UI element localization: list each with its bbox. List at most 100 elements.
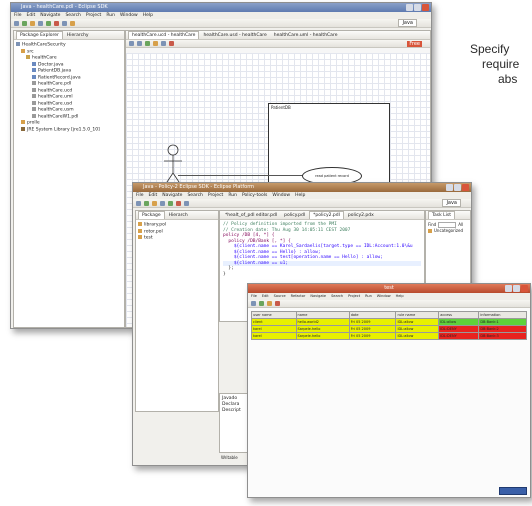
- menu-project[interactable]: Project: [208, 193, 223, 198]
- minimize-icon[interactable]: [406, 4, 413, 11]
- menu-run[interactable]: Run: [228, 193, 237, 198]
- maximize-icon[interactable]: [513, 285, 520, 292]
- menu-policy-tools[interactable]: Policy-tools: [242, 193, 267, 198]
- new-icon[interactable]: [136, 200, 141, 206]
- table-row[interactable]: client hello.world2 Fri 05 2009 IDL:allo…: [251, 318, 527, 326]
- tab-task-list[interactable]: Task List: [428, 211, 456, 219]
- file-icon: [32, 81, 36, 85]
- search-icon[interactable]: [184, 200, 189, 206]
- tree-item[interactable]: JRE System Library [jre1.5.0_10]: [16, 126, 122, 134]
- menu-navigate[interactable]: Navigate: [162, 193, 182, 198]
- menu-window[interactable]: Window: [377, 294, 391, 298]
- menu-search[interactable]: Search: [187, 193, 202, 198]
- debug-icon[interactable]: [168, 200, 173, 206]
- menu-edit[interactable]: Edit: [27, 13, 36, 18]
- tab-description[interactable]: Descript: [222, 408, 248, 414]
- tab-policy-pdl[interactable]: policy.pdl: [281, 212, 308, 219]
- menu-file[interactable]: File: [251, 294, 257, 298]
- tree-item[interactable]: test: [138, 235, 216, 242]
- column-header[interactable]: rule name: [395, 311, 440, 319]
- close-icon[interactable]: [521, 285, 528, 292]
- run-icon[interactable]: [259, 301, 264, 306]
- tab-uml[interactable]: healthCare.uml - healthCare: [271, 32, 341, 39]
- tab-hierarchy[interactable]: Hierarchy: [64, 32, 92, 39]
- menu-edit[interactable]: Edit: [149, 193, 158, 198]
- menu-navigate[interactable]: Navigate: [310, 294, 326, 298]
- menu-project[interactable]: Project: [348, 294, 360, 298]
- open-icon[interactable]: [30, 20, 35, 26]
- column-header[interactable]: information: [478, 311, 527, 319]
- table-cell: Sarpele.hello: [295, 325, 350, 333]
- run-icon[interactable]: [144, 200, 149, 206]
- search-icon[interactable]: [62, 20, 67, 26]
- select-icon[interactable]: [129, 41, 134, 46]
- tab-package-explorer[interactable]: Package Explorer: [16, 31, 63, 39]
- minimize-icon[interactable]: [446, 184, 453, 191]
- save-icon[interactable]: [160, 200, 165, 206]
- find-all-link[interactable]: All: [458, 222, 463, 227]
- minimize-icon[interactable]: [505, 285, 512, 292]
- note-tool-icon[interactable]: [169, 41, 174, 46]
- open-icon[interactable]: [152, 200, 157, 206]
- menu-navigate[interactable]: Navigate: [40, 13, 60, 18]
- close-icon[interactable]: [462, 184, 469, 191]
- close-icon[interactable]: [422, 4, 429, 11]
- perspective-java[interactable]: Java: [398, 19, 417, 27]
- association-tool-icon[interactable]: [161, 41, 166, 46]
- window1-menubar: File Edit Navigate Search Project Run Window He…: [11, 12, 431, 19]
- table-row[interactable]: karel Sarpele.hello Fri 05 2009 IDL:allo…: [251, 325, 527, 333]
- tab-policy2-pdx[interactable]: policy2.pdx: [345, 212, 377, 219]
- menu-window[interactable]: Window: [272, 193, 290, 198]
- column-header[interactable]: date: [348, 311, 397, 319]
- tab-package[interactable]: Package: [138, 211, 165, 219]
- tab-ucd[interactable]: healthCare.ucd - healthCare: [128, 31, 200, 39]
- stop-icon[interactable]: [275, 301, 280, 306]
- usecase-tool-icon[interactable]: [153, 41, 158, 46]
- menu-file[interactable]: File: [14, 13, 22, 18]
- code-area[interactable]: // Policy definition imported from the P…: [220, 220, 424, 279]
- stop-icon[interactable]: [176, 200, 181, 206]
- menu-run[interactable]: Run: [365, 294, 372, 298]
- window3-titlebar[interactable]: test: [248, 284, 530, 293]
- menu-project[interactable]: Project: [86, 13, 101, 18]
- tab-policy2-pdl[interactable]: *policy2.pdl: [309, 211, 344, 219]
- new-icon[interactable]: [14, 20, 19, 26]
- perspective-java[interactable]: Java: [442, 199, 461, 207]
- menu-file[interactable]: File: [136, 193, 144, 198]
- column-header[interactable]: name: [295, 311, 350, 319]
- menu-help[interactable]: Help: [143, 13, 153, 18]
- tab-hierarch[interactable]: Hierarch: [166, 212, 191, 219]
- java-file-icon: [32, 68, 36, 72]
- new-icon[interactable]: [251, 301, 256, 306]
- uncategorized-item[interactable]: Uncategorized: [428, 228, 468, 234]
- menu-run[interactable]: Run: [106, 13, 115, 18]
- menu-edit[interactable]: Edit: [262, 294, 269, 298]
- association-line[interactable]: [178, 175, 314, 176]
- window1-titlebar[interactable]: Java - healthCare.pdl - Eclipse SDK: [11, 3, 431, 12]
- menu-search[interactable]: Search: [65, 13, 80, 18]
- window2-titlebar[interactable]: Java - Policy-2 Eclipse SDK - Eclipse Pl…: [133, 183, 471, 192]
- column-header[interactable]: access: [438, 311, 480, 319]
- stop-icon[interactable]: [54, 20, 59, 26]
- column-header[interactable]: user name: [251, 311, 297, 319]
- menu-refactor[interactable]: Refactor: [291, 294, 306, 298]
- palette-free-label[interactable]: Free: [407, 40, 422, 47]
- run-icon[interactable]: [22, 20, 27, 26]
- tab-usd[interactable]: healthCare.usd - healthCare: [200, 32, 269, 39]
- menu-search[interactable]: Search: [331, 294, 343, 298]
- menu-source[interactable]: Source: [274, 294, 286, 298]
- table-row[interactable]: karel Sarpele.hello Fri 05 2009 IDL:allo…: [251, 332, 527, 340]
- open-icon[interactable]: [267, 301, 272, 306]
- zoom-icon[interactable]: [137, 41, 142, 46]
- menu-help[interactable]: Help: [295, 193, 305, 198]
- package-icon[interactable]: [70, 20, 75, 26]
- maximize-icon[interactable]: [414, 4, 421, 11]
- debug-icon[interactable]: [46, 20, 51, 26]
- menu-window[interactable]: Window: [120, 13, 138, 18]
- menu-help[interactable]: Help: [396, 294, 404, 298]
- actor-tool-icon[interactable]: [145, 41, 150, 46]
- tab-healt-of-pdl[interactable]: *healt_of_pdl editor.pdl: [222, 212, 280, 219]
- maximize-icon[interactable]: [454, 184, 461, 191]
- save-icon[interactable]: [38, 20, 43, 26]
- taskbar-button[interactable]: [499, 487, 527, 495]
